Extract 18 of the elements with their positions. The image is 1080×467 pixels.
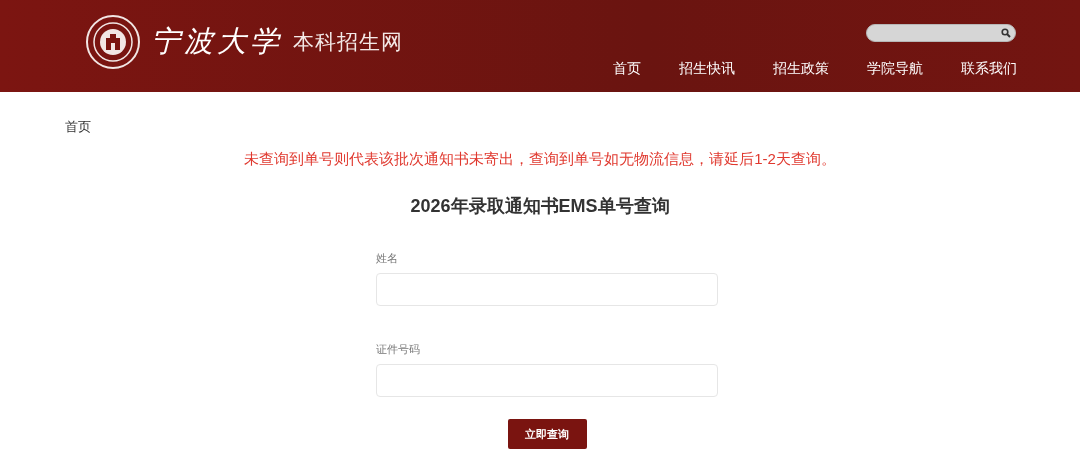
input-field[interactable] bbox=[376, 364, 718, 397]
nav-link[interactable]: 学院导航 bbox=[848, 60, 942, 78]
nav-link[interactable]: 首页 bbox=[594, 60, 660, 78]
field-label: 证件号码 bbox=[376, 342, 421, 357]
search-icon bbox=[1001, 28, 1011, 38]
search-field[interactable] bbox=[866, 24, 1016, 42]
notice-text: 未查询到单号则代表该批次通知书未寄出，查询到单号如无物流信息，请延后1-2天查询。 bbox=[243, 150, 837, 169]
form-title: 2026年录取通知书EMS单号查询 bbox=[409, 195, 671, 218]
university-seal-icon bbox=[85, 14, 141, 70]
submit-button[interactable]: 立即查询 bbox=[507, 419, 587, 449]
breadcrumb-link[interactable]: 首页 bbox=[65, 118, 91, 136]
field-label: 姓名 bbox=[376, 251, 399, 266]
nav-link[interactable]: 联系我们 bbox=[942, 60, 1036, 78]
input-field[interactable] bbox=[376, 273, 718, 306]
nav-link[interactable]: 招生快讯 bbox=[660, 60, 754, 78]
site-title: 本科招生网 bbox=[293, 29, 403, 56]
university-name: 宁波大学 bbox=[151, 23, 283, 60]
nav-link[interactable]: 招生政策 bbox=[754, 60, 848, 78]
